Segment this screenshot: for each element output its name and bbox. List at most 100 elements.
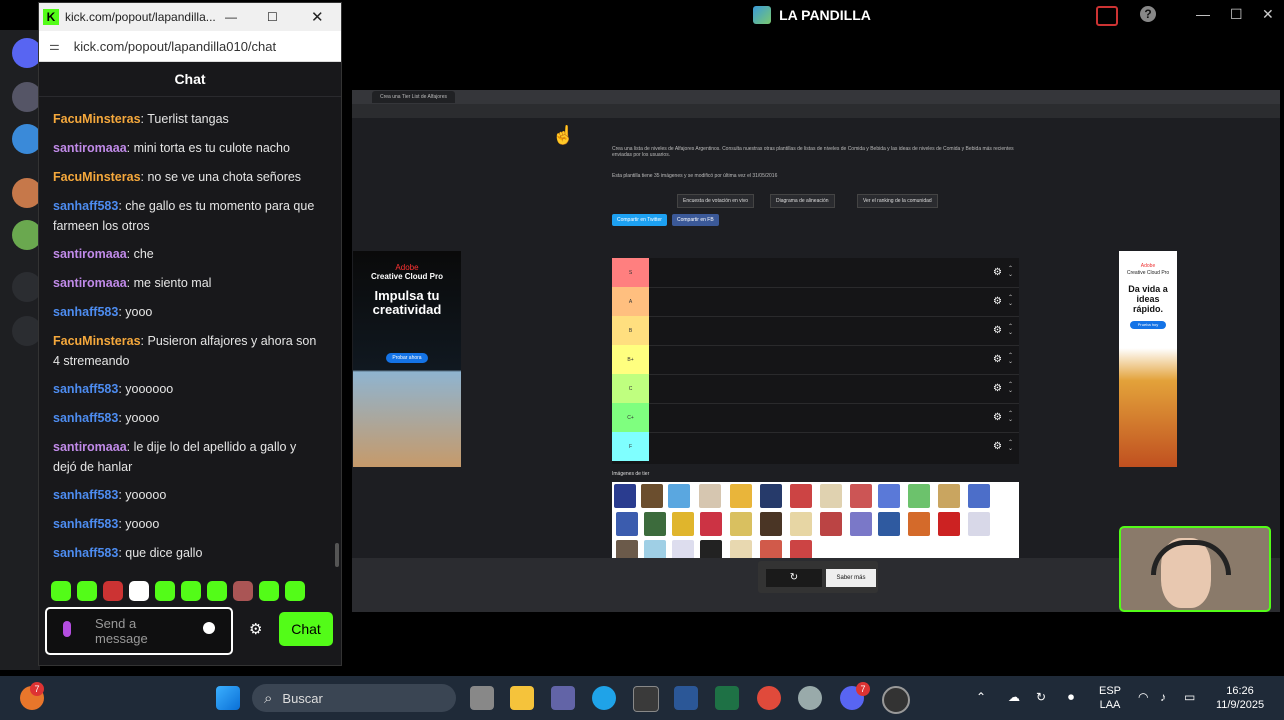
reorder-arrows-icon[interactable]: ⌃ ⌄ xyxy=(1008,411,1013,423)
emote-icon[interactable] xyxy=(181,581,201,601)
alfajor-image[interactable] xyxy=(938,484,960,508)
alfajor-image[interactable] xyxy=(760,484,782,508)
word-icon[interactable] xyxy=(674,686,698,710)
chat-username[interactable]: sanhaff583 xyxy=(53,411,118,425)
alfajor-image[interactable] xyxy=(790,484,812,508)
chat-scrollbar[interactable] xyxy=(335,543,339,567)
chat-username[interactable]: FacuMinsteras xyxy=(53,334,141,348)
alfajor-image[interactable] xyxy=(850,484,872,508)
settings-gear-icon[interactable]: ⚙ xyxy=(249,620,262,638)
reorder-arrows-icon[interactable]: ⌃ ⌄ xyxy=(1008,324,1013,336)
reorder-arrows-icon[interactable]: ⌃ ⌄ xyxy=(1008,353,1013,365)
windows-start-icon[interactable] xyxy=(216,686,240,710)
emote-icon[interactable] xyxy=(285,581,305,601)
teams-icon[interactable] xyxy=(551,686,575,710)
reorder-arrows-icon[interactable]: ⌃ ⌄ xyxy=(1008,440,1013,452)
emote-icon[interactable] xyxy=(233,581,253,601)
chat-username[interactable]: sanhaff583 xyxy=(53,199,118,213)
settings-icon[interactable] xyxy=(798,686,822,710)
ad-cta-button[interactable]: Prueba hoy xyxy=(1130,321,1166,329)
alfajor-image[interactable] xyxy=(820,512,842,536)
alfajor-image[interactable] xyxy=(878,484,900,508)
chevron-up-icon[interactable]: ⌃ xyxy=(976,690,986,704)
edge-icon[interactable] xyxy=(592,686,616,710)
maximize-icon[interactable]: ☐ xyxy=(1230,6,1243,23)
chat-username[interactable]: sanhaff583 xyxy=(53,517,118,531)
chat-username[interactable]: santiromaaa xyxy=(53,141,127,155)
chat-username[interactable]: FacuMinsteras xyxy=(53,170,141,184)
close-icon[interactable]: ✕ xyxy=(311,8,324,26)
language-indicator[interactable]: ESP LAA xyxy=(1096,684,1124,712)
live-poll-button[interactable]: Encuesta de votación en vivo xyxy=(677,194,755,208)
gear-icon[interactable]: ⚙ xyxy=(993,355,1003,365)
refresh-icon[interactable]: ↻ xyxy=(766,569,822,587)
record-icon[interactable] xyxy=(1096,6,1118,26)
chat-username[interactable]: sanhaff583 xyxy=(53,305,118,319)
cloud-icon[interactable]: ☁ xyxy=(1008,690,1020,704)
taskbar-search[interactable]: ⌕ Buscar xyxy=(252,684,456,712)
alfajor-image[interactable] xyxy=(616,512,638,536)
gear-icon[interactable]: ⚙ xyxy=(993,297,1003,307)
emote-icon[interactable] xyxy=(103,581,123,601)
store-icon[interactable] xyxy=(633,686,659,712)
gear-icon[interactable]: ⚙ xyxy=(993,442,1003,452)
alfajor-image[interactable] xyxy=(760,512,782,536)
gear-icon[interactable]: ⚙ xyxy=(993,384,1003,394)
alfajor-image[interactable] xyxy=(614,484,636,508)
alfajor-image[interactable] xyxy=(790,512,812,536)
alfajor-image[interactable] xyxy=(820,484,842,508)
battery-icon[interactable]: ▭ xyxy=(1184,690,1195,704)
minimize-icon[interactable]: — xyxy=(1196,6,1210,22)
chat-username[interactable]: santiromaaa xyxy=(53,276,127,290)
alfajor-image[interactable] xyxy=(968,512,990,536)
alfajor-image[interactable] xyxy=(641,484,663,508)
alfajor-image[interactable] xyxy=(644,512,666,536)
alfajor-image[interactable] xyxy=(699,484,721,508)
clock[interactable]: 16:26 11/9/2025 xyxy=(1208,684,1272,712)
alfajor-image[interactable] xyxy=(968,484,990,508)
emote-icon[interactable] xyxy=(51,581,71,601)
microphone-icon[interactable] xyxy=(63,621,71,637)
chat-username[interactable]: FacuMinsteras xyxy=(53,112,141,126)
alfajor-image[interactable] xyxy=(668,484,690,508)
reorder-arrows-icon[interactable]: ⌃ ⌄ xyxy=(1008,266,1013,278)
minimize-icon[interactable]: — xyxy=(225,10,237,24)
alfajor-image[interactable] xyxy=(878,512,900,536)
emote-icon[interactable] xyxy=(129,581,149,601)
chat-username[interactable]: sanhaff583 xyxy=(53,546,118,560)
emote-icon[interactable] xyxy=(207,581,227,601)
send-chat-button[interactable]: Chat xyxy=(279,612,333,646)
obs-icon[interactable] xyxy=(882,686,910,714)
share-fb-button[interactable]: Compartir en FB xyxy=(672,214,719,226)
close-icon[interactable]: ✕ xyxy=(1262,6,1274,23)
chat-username[interactable]: santiromaaa xyxy=(53,247,127,261)
ad-cta-button[interactable]: Probar ahora xyxy=(386,353,428,363)
task-view-icon[interactable] xyxy=(470,686,494,710)
browser-tab[interactable]: Crea una Tier List de Alfajores xyxy=(372,91,455,103)
alfajor-image[interactable] xyxy=(730,484,752,508)
adobe-ad-right[interactable]: Adobe Creative Cloud Pro Da vida a ideas… xyxy=(1119,251,1177,467)
alfajor-image[interactable] xyxy=(938,512,960,536)
reorder-arrows-icon[interactable]: ⌃ ⌄ xyxy=(1008,382,1013,394)
chat-input[interactable]: Send a message xyxy=(45,607,233,655)
microphone-tray-icon[interactable]: ⏺ xyxy=(1068,690,1074,705)
chrome-icon[interactable] xyxy=(757,686,781,710)
alfajor-image[interactable] xyxy=(908,484,930,508)
emote-icon[interactable] xyxy=(77,581,97,601)
excel-icon[interactable] xyxy=(715,686,739,710)
maximize-icon[interactable]: ☐ xyxy=(267,10,278,24)
popup-url-bar[interactable]: ⚌ kick.com/popout/lapandilla010/chat xyxy=(39,31,341,62)
reorder-arrows-icon[interactable]: ⌃ ⌄ xyxy=(1008,295,1013,307)
gear-icon[interactable]: ⚙ xyxy=(993,413,1003,423)
emoji-icon[interactable] xyxy=(203,622,215,634)
file-explorer-icon[interactable] xyxy=(510,686,534,710)
learn-more-button[interactable]: Saber más xyxy=(826,569,876,587)
emote-icon[interactable] xyxy=(155,581,175,601)
site-info-icon[interactable]: ⚌ xyxy=(49,39,60,53)
adobe-ad-left[interactable]: Adobe Creative Cloud Pro Impulsa tu crea… xyxy=(353,251,461,467)
alfajor-image[interactable] xyxy=(850,512,872,536)
share-twitter-button[interactable]: Compartir en Twitter xyxy=(612,214,667,226)
chat-username[interactable]: santiromaaa xyxy=(53,440,127,454)
community-ranking-button[interactable]: Ver el ranking de la comunidad xyxy=(857,194,938,208)
gear-icon[interactable]: ⚙ xyxy=(993,268,1003,278)
